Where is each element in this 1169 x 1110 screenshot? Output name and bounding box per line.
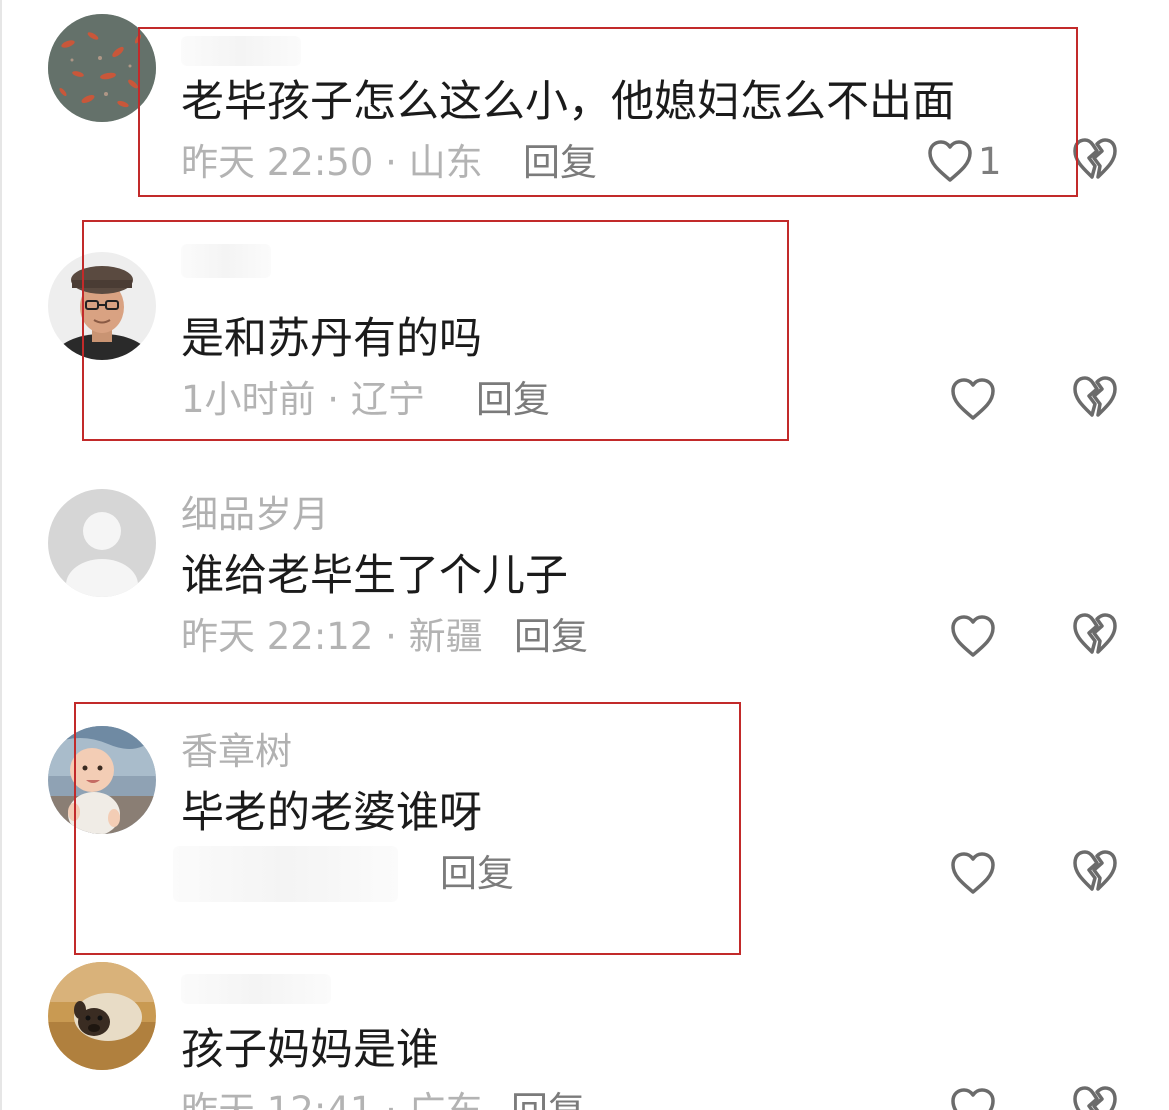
like-button[interactable] — [949, 374, 997, 424]
comment-meta: 昨天 12:41 · 广东 — [181, 1092, 483, 1110]
highlight-box-comment-1 — [138, 27, 1078, 197]
like-button[interactable] — [949, 1084, 997, 1110]
heart-outline-icon — [951, 852, 995, 894]
dislike-button[interactable] — [1071, 374, 1119, 424]
broken-heart-icon — [1073, 1086, 1117, 1110]
broken-heart-icon — [1073, 850, 1117, 891]
highlight-box-comment-2 — [82, 220, 789, 441]
heart-outline-icon — [951, 615, 995, 657]
comment-meta: 昨天 22:12 · 新疆 — [181, 615, 483, 658]
broken-heart-icon — [1073, 138, 1117, 179]
reply-button[interactable]: 回复 — [511, 1092, 585, 1110]
username[interactable]: 细品岁月 — [181, 496, 329, 533]
highlight-box-comment-4 — [74, 702, 741, 955]
dislike-button[interactable] — [1071, 848, 1119, 898]
heart-outline-icon — [951, 1088, 995, 1110]
username-redacted — [181, 974, 331, 1004]
heart-outline-icon — [951, 378, 995, 420]
comment-text: 孩子妈妈是谁 — [181, 1025, 439, 1075]
dislike-button[interactable] — [1071, 136, 1119, 186]
like-button[interactable] — [949, 611, 997, 661]
comment-item: 细品岁月 谁给老毕生了个儿子 昨天 22:12 · 新疆 回复 — [0, 470, 1169, 706]
dislike-button[interactable] — [1071, 611, 1119, 661]
broken-heart-icon — [1073, 613, 1117, 654]
avatar[interactable] — [48, 489, 156, 597]
like-button[interactable] — [949, 848, 997, 898]
dislike-button[interactable] — [1071, 1084, 1119, 1110]
reply-button[interactable]: 回复 — [514, 618, 588, 655]
broken-heart-icon — [1073, 376, 1117, 417]
comment-item: 孩子妈妈是谁 昨天 12:41 · 广东 回复 — [0, 962, 1169, 1110]
comment-text: 谁给老毕生了个儿子 — [181, 551, 568, 601]
avatar[interactable] — [48, 962, 156, 1070]
